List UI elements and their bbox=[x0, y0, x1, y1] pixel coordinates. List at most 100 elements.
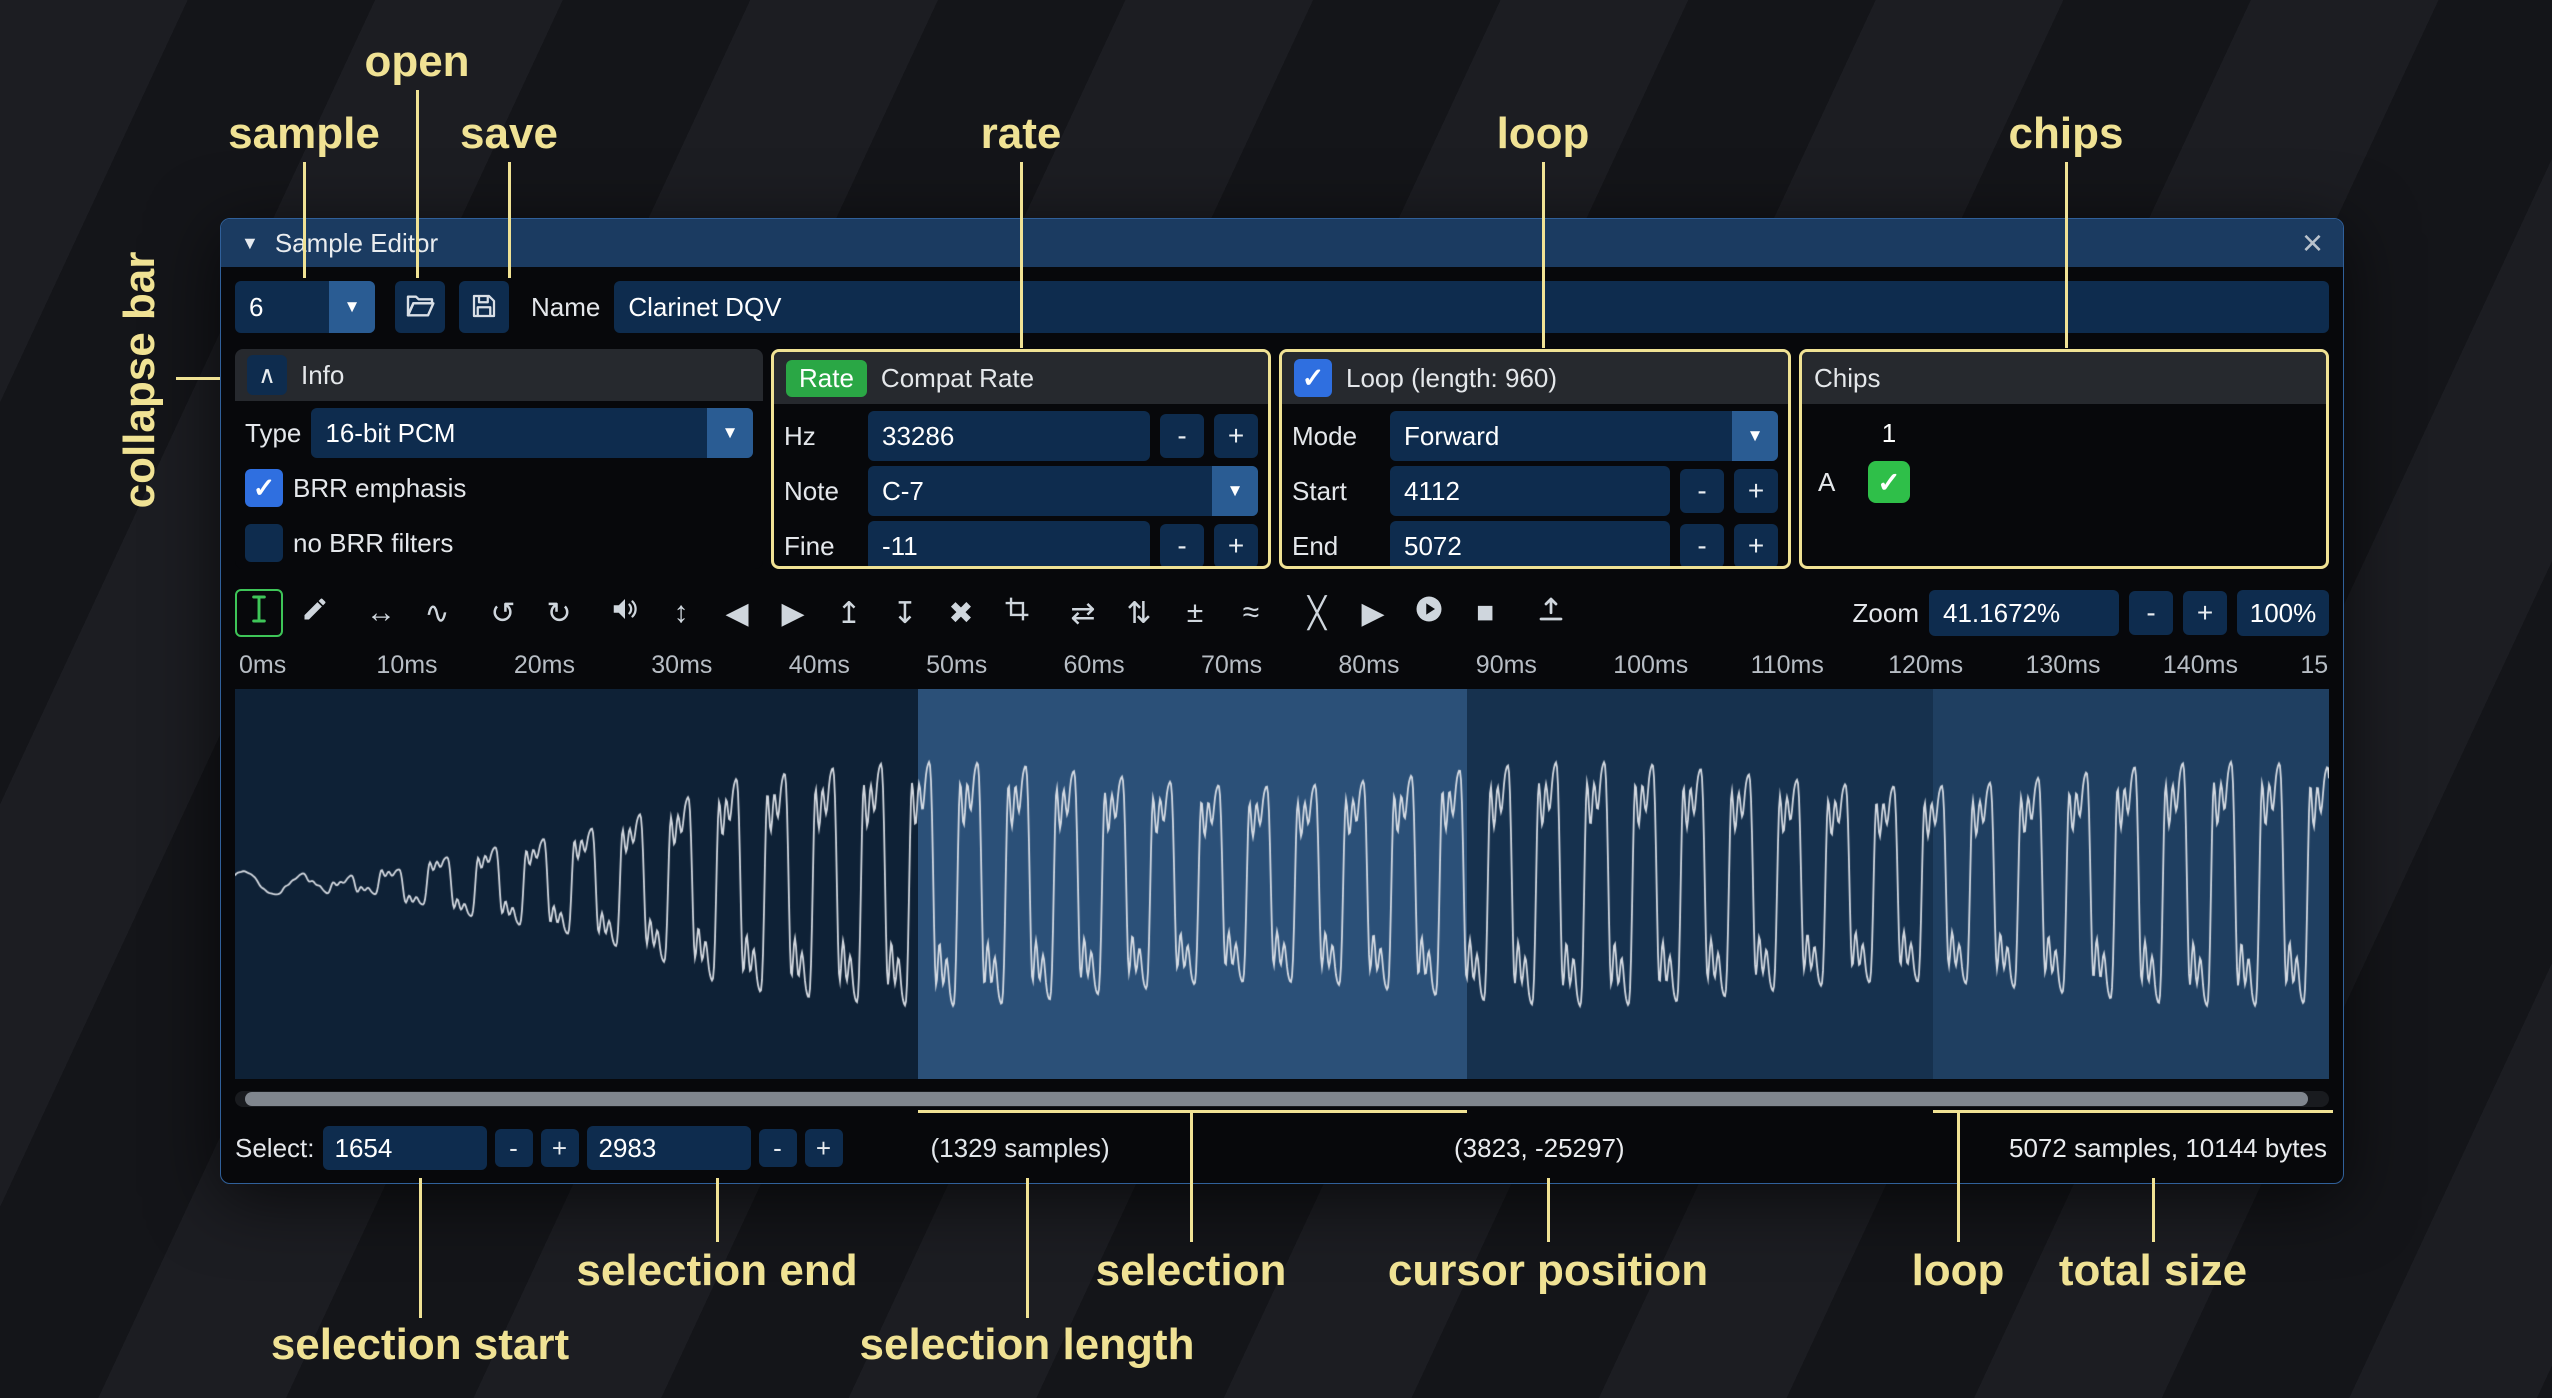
loop-mode-value: Forward bbox=[1390, 411, 1732, 461]
fine-plus-button[interactable]: + bbox=[1214, 524, 1258, 568]
resample-button[interactable]: ∿ bbox=[413, 589, 461, 637]
sample-selector[interactable]: 6 ▼ bbox=[235, 281, 375, 333]
fade-in-button[interactable]: ◀ bbox=[713, 589, 761, 637]
fade-out-button[interactable]: ▶ bbox=[769, 589, 817, 637]
annotation-cursor-position: cursor position bbox=[1388, 1246, 1708, 1296]
create-wavetable-button[interactable] bbox=[1527, 589, 1575, 637]
selection-start-minus-button[interactable]: - bbox=[495, 1129, 533, 1167]
horizontal-scrollbar[interactable] bbox=[235, 1091, 2329, 1107]
annotation-line-selection-start bbox=[419, 1178, 422, 1318]
hz-input[interactable]: 33286 bbox=[868, 411, 1150, 461]
annotation-line-collapse-bar bbox=[176, 377, 220, 380]
check-icon: ✓ bbox=[1877, 466, 1900, 499]
selection-end-minus-button[interactable]: - bbox=[759, 1129, 797, 1167]
loop-enable-checkbox[interactable]: ✓ bbox=[1294, 359, 1332, 397]
silence-button[interactable]: ╳ bbox=[1293, 589, 1341, 637]
sample-name-input[interactable]: Clarinet DQV bbox=[614, 281, 2329, 333]
loop-end-minus-button[interactable]: - bbox=[1680, 524, 1724, 568]
selection-start-input[interactable]: 1654 bbox=[323, 1126, 487, 1170]
annotation-line-save bbox=[508, 162, 511, 278]
loop-mode-select[interactable]: Forward ▼ bbox=[1390, 411, 1778, 461]
ruler-tick: 130ms bbox=[2025, 651, 2100, 680]
filter-button[interactable]: ≈ bbox=[1227, 589, 1275, 637]
chevron-down-icon[interactable]: ▼ bbox=[707, 408, 753, 458]
redo-button[interactable]: ↻ bbox=[535, 589, 583, 637]
annotation-line-chips bbox=[2065, 162, 2068, 348]
loop-start-input[interactable]: 4112 bbox=[1390, 466, 1670, 516]
annotation-selection-end: selection end bbox=[576, 1246, 857, 1296]
preview-loop-button[interactable] bbox=[1405, 589, 1453, 637]
stop-preview-button[interactable]: ■ bbox=[1461, 589, 1509, 637]
time-ruler: 0ms10ms20ms30ms40ms50ms60ms70ms80ms90ms1… bbox=[235, 649, 2329, 681]
reverse-button[interactable]: ⇄ bbox=[1059, 589, 1107, 637]
selection-end-value: 2983 bbox=[599, 1133, 657, 1164]
close-icon[interactable]: × bbox=[2302, 225, 2323, 261]
status-bar: Select: 1654 - + 2983 - + (1329 samples)… bbox=[235, 1122, 2329, 1174]
no-brr-filters-checkbox[interactable]: ✓ bbox=[245, 524, 283, 562]
sign-button[interactable]: ± bbox=[1171, 589, 1219, 637]
sample-index-value: 6 bbox=[235, 281, 329, 333]
normalize-button[interactable]: ↕ bbox=[657, 589, 705, 637]
upload-icon bbox=[1536, 594, 1566, 632]
note-label: Note bbox=[784, 476, 858, 507]
scrollbar-thumb[interactable] bbox=[245, 1092, 2308, 1106]
chevron-down-icon[interactable]: ▼ bbox=[1212, 466, 1258, 516]
resize-button[interactable]: ↔ bbox=[357, 589, 405, 637]
chevron-down-icon[interactable]: ▼ bbox=[329, 281, 375, 333]
rate-badge: Rate bbox=[786, 360, 867, 397]
fine-minus-button[interactable]: - bbox=[1160, 524, 1204, 568]
chips-section: Chips 1 A ✓ bbox=[1799, 349, 2329, 569]
open-sample-button[interactable] bbox=[395, 281, 445, 333]
zoom-in-button[interactable]: + bbox=[2183, 591, 2227, 635]
window-collapse-icon[interactable]: ▼ bbox=[241, 233, 259, 254]
selection-end-input[interactable]: 2983 bbox=[587, 1126, 751, 1170]
annotation-rate: rate bbox=[981, 109, 1062, 159]
select-mode-button[interactable] bbox=[235, 589, 283, 637]
undo-button[interactable]: ↺ bbox=[479, 589, 527, 637]
fine-input[interactable]: -11 bbox=[868, 521, 1150, 569]
chip-enable-checkbox[interactable]: ✓ bbox=[1868, 461, 1910, 503]
hz-plus-button[interactable]: + bbox=[1214, 414, 1258, 458]
ruler-tick: 80ms bbox=[1338, 651, 1399, 680]
zoom-reset-button[interactable]: 100% bbox=[2237, 590, 2329, 636]
chevron-up-icon: ∧ bbox=[258, 361, 276, 390]
loop-start-minus-button[interactable]: - bbox=[1680, 469, 1724, 513]
sections-row: ∧ Info Type 16-bit PCM ▼ ✓ bbox=[235, 349, 2329, 569]
trim-button[interactable] bbox=[993, 589, 1041, 637]
sample-type-select[interactable]: 16-bit PCM ▼ bbox=[311, 408, 753, 458]
chevron-down-icon[interactable]: ▼ bbox=[1732, 411, 1778, 461]
undo-icon: ↺ bbox=[490, 596, 515, 631]
select-label: Select: bbox=[235, 1133, 315, 1164]
loop-end-input[interactable]: 5072 bbox=[1390, 521, 1670, 569]
loop-start-plus-button[interactable]: + bbox=[1734, 469, 1778, 513]
selection-end-plus-button[interactable]: + bbox=[805, 1129, 843, 1167]
no-brr-filters-label: no BRR filters bbox=[293, 528, 453, 559]
amplify-button[interactable] bbox=[601, 589, 649, 637]
selection-start-plus-button[interactable]: + bbox=[541, 1129, 579, 1167]
name-row: 6 ▼ Name Clarinet DQV bbox=[235, 279, 2329, 335]
collapse-bar-button[interactable]: ∧ bbox=[247, 355, 287, 395]
check-icon: ✓ bbox=[253, 473, 276, 504]
annotation-open: open bbox=[364, 37, 469, 87]
titlebar[interactable]: ▼ Sample Editor × bbox=[221, 219, 2343, 267]
zoom-out-button[interactable]: - bbox=[2129, 591, 2173, 635]
note-select[interactable]: C-7 ▼ bbox=[868, 466, 1258, 516]
cursor-position-text: (3823, -25297) bbox=[1454, 1133, 1625, 1164]
draw-mode-button[interactable] bbox=[291, 589, 339, 637]
zoom-input[interactable]: 41.1672% bbox=[1929, 590, 2119, 636]
insert-silence-button[interactable]: ↥ bbox=[825, 589, 873, 637]
annotation-loop-region: loop bbox=[1912, 1246, 2005, 1296]
invert-button[interactable]: ⇅ bbox=[1115, 589, 1163, 637]
delete-button[interactable]: ✖ bbox=[937, 589, 985, 637]
total-size-text: 5072 samples, 10144 bytes bbox=[2009, 1133, 2327, 1164]
loop-start-value: 4112 bbox=[1404, 476, 1460, 507]
preview-button[interactable]: ▶ bbox=[1349, 589, 1397, 637]
chip-number: 1 bbox=[1860, 418, 1918, 449]
loop-end-plus-button[interactable]: + bbox=[1734, 524, 1778, 568]
brr-emphasis-checkbox[interactable]: ✓ bbox=[245, 469, 283, 507]
save-sample-button[interactable] bbox=[459, 281, 509, 333]
hz-minus-button[interactable]: - bbox=[1160, 414, 1204, 458]
waveform-display[interactable] bbox=[235, 689, 2329, 1079]
apply-silence-button[interactable]: ↧ bbox=[881, 589, 929, 637]
ruler-tick: 0ms bbox=[239, 651, 286, 680]
